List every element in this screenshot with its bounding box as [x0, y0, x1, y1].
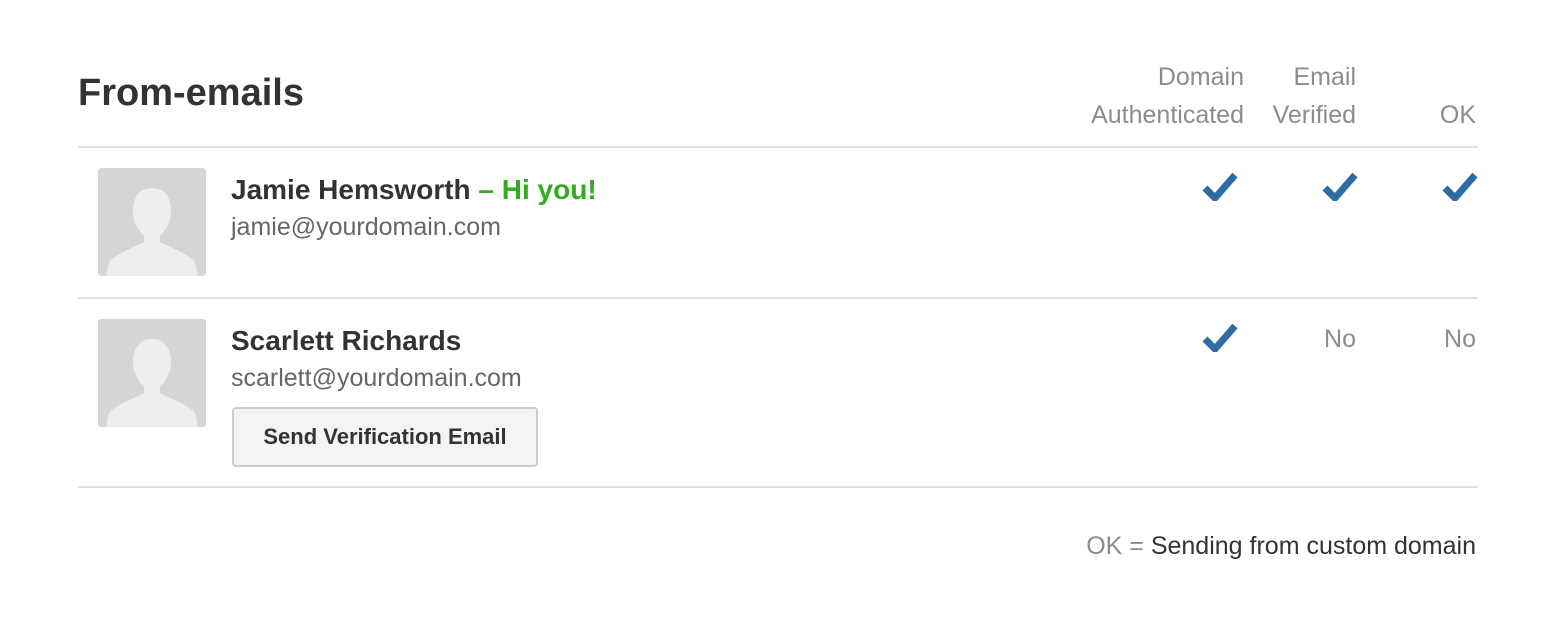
- legend-key: OK =: [1086, 532, 1144, 560]
- column-header-domain-authenticated: Domain Authenticated: [1091, 58, 1244, 134]
- column-header-email-line2: Verified: [1272, 101, 1356, 129]
- sender-name-line: Jamie Hemsworth – Hi you!: [231, 173, 597, 207]
- ok-status: [1442, 171, 1478, 201]
- sender-email: jamie@yourdomain.com: [231, 213, 501, 241]
- domain-authenticated-status: [1202, 322, 1238, 352]
- divider: [78, 486, 1478, 488]
- sender-greeting: – Hi you!: [478, 174, 597, 205]
- ok-legend: OK = Sending from custom domain: [1086, 530, 1476, 562]
- page-title: From-emails: [78, 72, 304, 114]
- email-verified-status: No: [1324, 325, 1356, 353]
- column-header-email-line1: Email: [1293, 63, 1356, 91]
- check-icon: [1202, 323, 1238, 352]
- person-silhouette-icon: [106, 339, 198, 427]
- avatar: [98, 319, 206, 427]
- divider: [78, 146, 1478, 148]
- sender-name: Jamie Hemsworth: [231, 174, 471, 205]
- sender-name: Scarlett Richards: [231, 325, 462, 356]
- person-silhouette-icon: [106, 188, 198, 276]
- check-icon: [1322, 172, 1358, 201]
- column-header-domain-line2: Authenticated: [1091, 101, 1244, 129]
- column-header-ok: OK: [1439, 101, 1476, 129]
- check-icon: [1442, 172, 1478, 201]
- domain-authenticated-status: [1202, 171, 1238, 201]
- divider: [78, 297, 1478, 299]
- email-verified-status: [1322, 171, 1358, 201]
- send-verification-email-button[interactable]: Send Verification Email: [232, 407, 538, 467]
- legend-value: Sending from custom domain: [1150, 532, 1476, 560]
- column-header-email-verified: Email Verified: [1273, 58, 1356, 134]
- check-icon: [1202, 172, 1238, 201]
- ok-status: No: [1444, 325, 1476, 353]
- sender-email: scarlett@yourdomain.com: [231, 364, 522, 392]
- column-header-domain-line1: Domain: [1157, 63, 1244, 91]
- sender-name-line: Scarlett Richards: [231, 324, 461, 358]
- avatar: [98, 168, 206, 276]
